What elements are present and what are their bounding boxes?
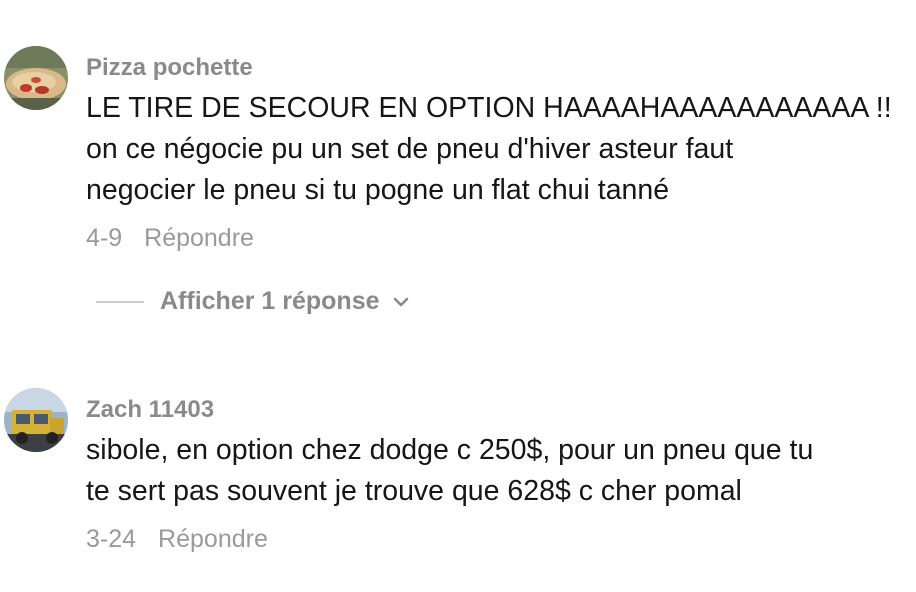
comment-text-line: te sert pas souvent je trouve que 628$ c… [86,475,742,507]
comment-date: 3-24 [86,525,137,553]
comment-text: sibole, en option chez dodge c 250$, pou… [86,430,896,512]
comment-username[interactable]: Zach 11403 [86,396,214,424]
avatar[interactable] [4,388,68,452]
comment-meta: 3-24 Répondre [86,525,268,554]
truck-avatar-image [4,388,68,452]
reply-button[interactable]: Répondre [158,525,268,553]
comment-text-line: sibole, en option chez dodge c 250$, pou… [86,434,814,466]
comment-item: Zach 11403 sibole, en option chez dodge … [0,0,916,592]
